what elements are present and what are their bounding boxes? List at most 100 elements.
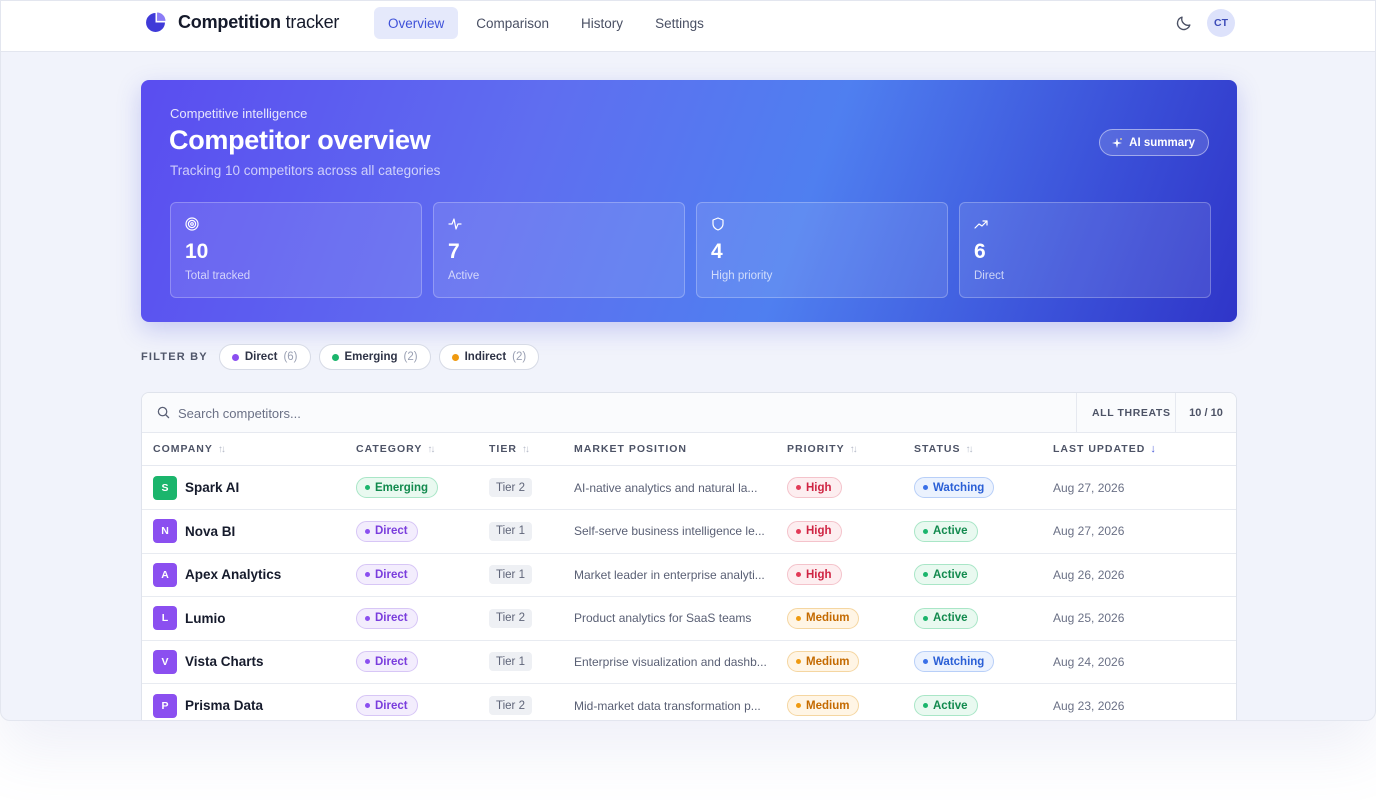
search-icon bbox=[157, 406, 170, 419]
table-row[interactable]: P Prisma Data Direct Tier 2 Mid-market data … bbox=[142, 684, 1236, 720]
table-row[interactable]: V Vista Charts Direct Tier 1 Enterprise visu… bbox=[142, 640, 1236, 685]
sparkle-icon bbox=[1112, 137, 1123, 148]
company-name[interactable]: Apex Analytics bbox=[185, 567, 281, 582]
updated-cell: Aug 23, 2026 bbox=[1053, 684, 1125, 720]
table-row[interactable]: A Apex Analytics Direct Tier 1 Market leader… bbox=[142, 553, 1236, 598]
sort-icon: ↑↓ bbox=[965, 443, 973, 455]
category-badge: Direct bbox=[356, 607, 418, 629]
column-status[interactable]: STATUS ↑↓ bbox=[914, 443, 973, 455]
company-avatar: S bbox=[153, 475, 177, 500]
priority-badge: Medium bbox=[787, 695, 860, 716]
stat-label: Active bbox=[448, 270, 480, 282]
table-row[interactable]: S Spark AI Emerging Tier 2 AI-native analyti… bbox=[142, 466, 1236, 510]
tab-comparison[interactable]: Comparison bbox=[462, 7, 563, 39]
category-badge: Direct bbox=[356, 520, 418, 542]
last-updated: Aug 25, 2026 bbox=[1053, 611, 1125, 626]
badge-dot-icon bbox=[796, 703, 801, 708]
company-name[interactable]: Spark AI bbox=[185, 480, 239, 495]
filter-label: FILTER BY bbox=[141, 351, 208, 363]
company-name[interactable]: Prisma Data bbox=[185, 698, 263, 713]
tier-badge: Tier 1 bbox=[489, 652, 532, 672]
category-cell: Direct bbox=[356, 684, 418, 720]
company-name[interactable]: Nova BI bbox=[185, 524, 235, 539]
last-updated: Aug 27, 2026 bbox=[1053, 524, 1125, 539]
filter-chip-indirect[interactable]: Indirect (2) bbox=[438, 344, 540, 370]
moon-icon[interactable] bbox=[1175, 14, 1193, 32]
category-cell: Direct bbox=[356, 553, 418, 596]
company-cell: V Vista Charts bbox=[153, 640, 264, 683]
tier-cell: Tier 2 bbox=[489, 597, 532, 640]
filter-chip-direct[interactable]: Direct (6) bbox=[218, 344, 311, 370]
badge-dot-icon bbox=[796, 659, 801, 665]
company-name[interactable]: Lumio bbox=[185, 611, 226, 626]
category-badge: Direct bbox=[356, 651, 418, 673]
table-header: COMPANY ↑↓ CATEGORY ↑↓ TIER ↑↓ MARKET POSIT… bbox=[142, 433, 1236, 466]
column-priority[interactable]: PRIORITY ↑↓ bbox=[787, 443, 858, 455]
badge-dot-icon bbox=[796, 615, 801, 621]
filter-chip-emerging[interactable]: Emerging (2) bbox=[318, 344, 431, 370]
stat-value: 4 bbox=[711, 240, 723, 263]
trending-up-icon bbox=[974, 220, 988, 229]
column-tier[interactable]: TIER ↑↓ bbox=[489, 443, 530, 455]
tier-badge: Tier 1 bbox=[489, 565, 532, 585]
threat-filter-button[interactable]: ALL THREATS bbox=[1076, 393, 1186, 433]
badge-dot-icon bbox=[365, 572, 370, 578]
status-cell: Watching bbox=[914, 640, 995, 683]
stat-card-active: 7 Active bbox=[433, 202, 685, 298]
table-row[interactable]: L Lumio Direct Tier 2 Product analytics for … bbox=[142, 597, 1236, 641]
nav-tabs: Overview Comparison History Settings bbox=[374, 7, 722, 39]
tab-history[interactable]: History bbox=[567, 7, 637, 39]
updated-cell: Aug 27, 2026 bbox=[1053, 510, 1124, 553]
stat-value: 6 bbox=[974, 240, 986, 263]
chip-count: (6) bbox=[283, 351, 298, 363]
last-updated: Aug 23, 2026 bbox=[1053, 698, 1125, 713]
brand-name: Competition tracker bbox=[178, 12, 340, 32]
tier-badge: Tier 2 bbox=[489, 478, 532, 497]
last-updated: Aug 27, 2026 bbox=[1053, 480, 1125, 495]
status-badge: Active bbox=[914, 607, 978, 629]
badge-dot-icon bbox=[923, 659, 928, 665]
stat-value: 7 bbox=[448, 240, 460, 263]
search-input[interactable] bbox=[178, 401, 1058, 425]
stat-card-direct: 6 Direct bbox=[959, 202, 1211, 298]
top-nav: Competition tracker Overview Comparison … bbox=[1, 1, 1375, 52]
badge-dot-icon bbox=[365, 528, 370, 534]
overview-hero: Competitive intelligence Competitor over… bbox=[141, 80, 1237, 322]
stat-card-total: 10 Total tracked bbox=[170, 202, 422, 298]
company-cell: N Nova BI bbox=[153, 510, 235, 553]
priority-cell: High bbox=[787, 466, 842, 509]
chip-label: Direct bbox=[244, 351, 278, 363]
priority-cell: High bbox=[787, 553, 842, 596]
ai-summary-button[interactable]: AI summary bbox=[1099, 129, 1209, 156]
category-dot bbox=[231, 353, 239, 361]
column-company[interactable]: COMPANY ↑↓ bbox=[153, 443, 226, 455]
stat-label: Direct bbox=[974, 270, 1005, 282]
updated-cell: Aug 24, 2026 bbox=[1053, 640, 1124, 683]
category-cell: Direct bbox=[356, 597, 418, 640]
brand[interactable]: Competition tracker bbox=[145, 12, 339, 33]
tab-overview[interactable]: Overview bbox=[374, 7, 459, 39]
table-row[interactable]: N Nova BI Direct Tier 1 Self-serve business … bbox=[142, 510, 1236, 554]
chip-count: (2) bbox=[403, 351, 418, 363]
company-name[interactable]: Vista Charts bbox=[185, 654, 264, 669]
avatar[interactable]: CT bbox=[1207, 9, 1235, 37]
sort-icon: ↑↓ bbox=[521, 443, 530, 455]
column-last-updated[interactable]: LAST UPDATED ↓ bbox=[1053, 443, 1156, 455]
priority-badge: High bbox=[787, 564, 842, 586]
column-category[interactable]: CATEGORY ↑↓ bbox=[356, 443, 435, 455]
category-badge: Emerging bbox=[356, 477, 439, 498]
sort-icon: ↑↓ bbox=[849, 443, 858, 455]
market-position: Product analytics for SaaS teams bbox=[574, 611, 752, 626]
status-badge: Active bbox=[914, 520, 978, 542]
tier-badge: Tier 2 bbox=[489, 696, 532, 715]
priority-cell: Medium bbox=[787, 640, 860, 683]
badge-dot-icon bbox=[365, 659, 370, 665]
updated-cell: Aug 25, 2026 bbox=[1053, 597, 1124, 640]
tab-settings[interactable]: Settings bbox=[641, 7, 718, 39]
company-avatar: A bbox=[153, 562, 177, 587]
brand-logo-icon bbox=[146, 12, 166, 32]
market-cell: AI-native analytics and natural la... bbox=[574, 466, 757, 509]
tier-badge: Tier 1 bbox=[489, 521, 532, 541]
status-cell: Active bbox=[914, 597, 978, 640]
priority-cell: Medium bbox=[787, 597, 860, 640]
